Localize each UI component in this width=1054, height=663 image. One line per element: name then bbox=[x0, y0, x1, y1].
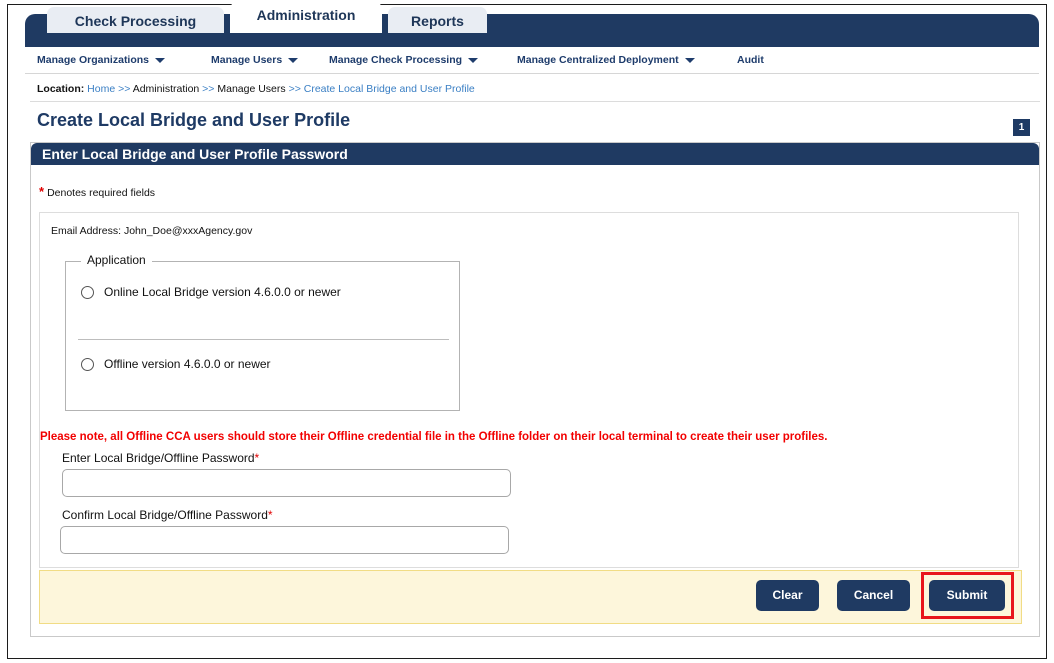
required-note-text: Denotes required fields bbox=[47, 187, 156, 199]
menu-manage-organizations[interactable]: Manage Organizations bbox=[37, 54, 166, 66]
required-star: * bbox=[254, 451, 260, 465]
breadcrumb-separator: >> bbox=[118, 83, 131, 95]
panel-header: Enter Local Bridge and User Profile Pass… bbox=[31, 143, 1039, 165]
radio-option-offline[interactable]: Offline version 4.6.0.0 or newer bbox=[81, 357, 271, 372]
chevron-down-icon bbox=[684, 57, 695, 63]
chevron-down-icon bbox=[468, 57, 479, 63]
required-star: * bbox=[267, 508, 273, 522]
chevron-down-icon bbox=[288, 57, 299, 63]
breadcrumb-administration[interactable]: Administration bbox=[133, 83, 200, 95]
menu-audit[interactable]: Audit bbox=[737, 54, 764, 66]
radio-label: Offline version 4.6.0.0 or newer bbox=[104, 357, 271, 371]
chevron-down-icon bbox=[155, 57, 166, 63]
tab-administration[interactable]: Administration bbox=[230, 2, 382, 33]
menu-manage-check-processing[interactable]: Manage Check Processing bbox=[329, 54, 479, 66]
confirm-password-input[interactable] bbox=[60, 526, 509, 554]
menu-label: Manage Users bbox=[211, 54, 283, 66]
menu-manage-users[interactable]: Manage Users bbox=[211, 54, 299, 66]
fieldset-divider bbox=[78, 339, 449, 340]
breadcrumb: Location: Home >> Administration >> Mana… bbox=[37, 83, 475, 95]
password-label: Enter Local Bridge/Offline Password* bbox=[62, 451, 259, 465]
page-title: Create Local Bridge and User Profile bbox=[37, 110, 351, 130]
menu-label: Manage Centralized Deployment bbox=[517, 54, 679, 66]
breadcrumb-manage-users[interactable]: Manage Users bbox=[217, 83, 285, 95]
radio-label: Online Local Bridge version 4.6.0.0 or n… bbox=[104, 285, 341, 299]
confirm-password-label: Confirm Local Bridge/Offline Password* bbox=[62, 508, 273, 522]
radio-button-icon[interactable] bbox=[81, 358, 94, 372]
radio-button-icon[interactable] bbox=[81, 286, 94, 300]
menu-manage-centralized-deployment[interactable]: Manage Centralized Deployment bbox=[517, 54, 695, 66]
password-label-text: Enter Local Bridge/Offline Password bbox=[62, 451, 255, 465]
required-fields-note: * Denotes required fields bbox=[39, 184, 155, 199]
menu-label: Manage Organizations bbox=[37, 54, 150, 66]
breadcrumb-current-page: Create Local Bridge and User Profile bbox=[303, 83, 475, 95]
submit-highlight-box bbox=[921, 572, 1014, 619]
menu-label: Audit bbox=[737, 54, 764, 66]
radio-option-online[interactable]: Online Local Bridge version 4.6.0.0 or n… bbox=[81, 285, 341, 300]
menu-label: Manage Check Processing bbox=[329, 54, 463, 66]
tab-check-processing[interactable]: Check Processing bbox=[47, 7, 224, 33]
tab-reports[interactable]: Reports bbox=[388, 7, 487, 33]
confirm-label-text: Confirm Local Bridge/Offline Password bbox=[62, 508, 268, 522]
required-star: * bbox=[39, 184, 45, 199]
application-legend: Application bbox=[81, 253, 152, 267]
offline-notice: Please note, all Offline CCA users shoul… bbox=[40, 431, 828, 443]
breadcrumb-label: Location: bbox=[37, 83, 85, 95]
application-fieldset bbox=[65, 261, 460, 411]
cancel-button[interactable]: Cancel bbox=[837, 580, 910, 611]
page-number-badge: 1 bbox=[1013, 119, 1030, 136]
breadcrumb-separator: >> bbox=[288, 83, 301, 95]
password-input[interactable] bbox=[62, 469, 511, 497]
email-address-text: Email Address: John_Doe@xxxAgency.gov bbox=[51, 225, 253, 237]
breadcrumb-home-link[interactable]: Home bbox=[87, 83, 115, 95]
breadcrumb-separator: >> bbox=[202, 83, 215, 95]
breadcrumb-divider bbox=[30, 101, 1040, 102]
clear-button[interactable]: Clear bbox=[756, 580, 819, 611]
